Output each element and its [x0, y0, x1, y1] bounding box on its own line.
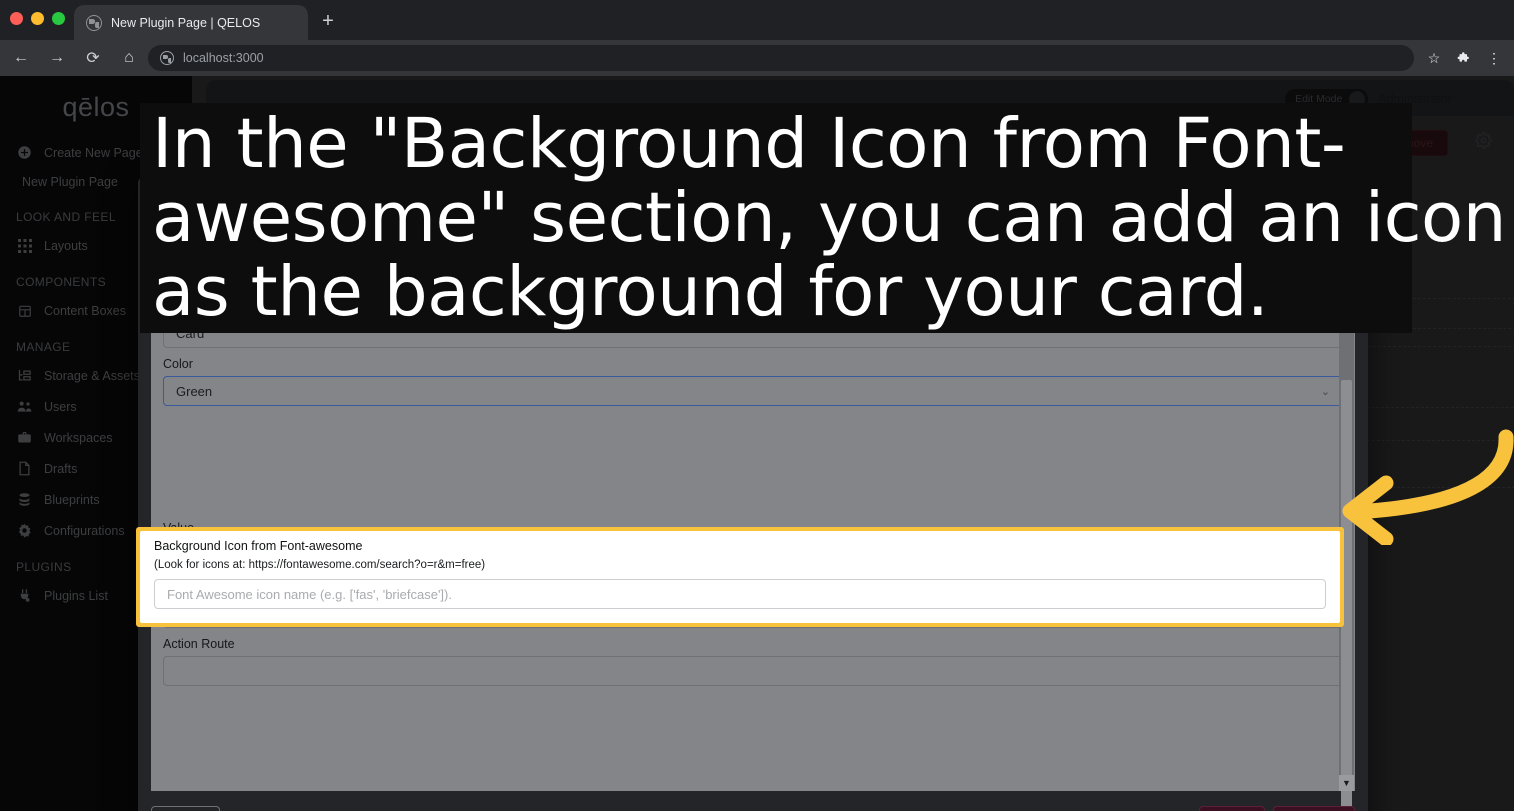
scroll-down-arrow-icon[interactable]: ▼ — [1339, 775, 1354, 791]
confirm-button[interactable]: Confirm — [1273, 806, 1355, 811]
minimize-window-button[interactable] — [31, 12, 44, 25]
home-button[interactable]: ⌂ — [114, 43, 144, 73]
window-traffic-lights — [10, 12, 65, 25]
field-color: Color Green ⌄ — [151, 348, 1355, 406]
browser-menu-icon[interactable]: ⋮ — [1480, 45, 1508, 71]
action-route-input[interactable] — [163, 656, 1343, 686]
forward-button[interactable]: → — [42, 43, 72, 73]
maximize-window-button[interactable] — [52, 12, 65, 25]
globe-icon — [86, 15, 102, 31]
color-select[interactable]: Green ⌄ — [163, 376, 1343, 406]
bookmark-star-icon[interactable]: ☆ — [1420, 45, 1448, 71]
close-window-button[interactable] — [10, 12, 23, 25]
back-button[interactable]: Back — [1199, 806, 1265, 811]
cancel-button[interactable]: Cancel — [151, 806, 220, 811]
address-bar[interactable]: localhost:3000 — [148, 45, 1414, 71]
color-select-value: Green — [176, 384, 212, 399]
field-label: Action Route — [163, 628, 1343, 656]
browser-tab-strip: New Plugin Page | QELOS + — [0, 0, 1514, 40]
field-action-route: Action Route — [151, 628, 1355, 686]
site-globe-icon — [160, 51, 174, 65]
browser-tab[interactable]: New Plugin Page | QELOS — [74, 5, 308, 40]
background-icon-field-label: Background Icon from Font-awesome — [154, 539, 1326, 553]
address-bar-url: localhost:3000 — [183, 51, 264, 65]
annotation-arrow-icon — [1340, 415, 1514, 545]
back-button[interactable]: ← — [6, 43, 36, 73]
modal-footer: Cancel Back Confirm — [151, 801, 1355, 811]
toolbar-right-icons: ☆ ⋮ — [1420, 45, 1508, 71]
chevron-down-icon: ⌄ — [1321, 385, 1330, 398]
browser-tab-title: New Plugin Page | QELOS — [111, 16, 260, 30]
footer-right-buttons: Back Confirm — [1199, 806, 1355, 811]
highlighted-field-box: Background Icon from Font-awesome (Look … — [136, 527, 1344, 627]
extensions-puzzle-icon[interactable] — [1450, 45, 1478, 71]
new-tab-button[interactable]: + — [316, 10, 340, 34]
background-icon-field-hint: (Look for icons at: https://fontawesome.… — [154, 553, 1326, 571]
background-icon-input[interactable]: Font Awesome icon name (e.g. ['fas', 'br… — [154, 579, 1326, 609]
field-label: Color — [163, 348, 1343, 376]
browser-toolbar: ← → ⟳ ⌂ localhost:3000 ☆ ⋮ — [0, 40, 1514, 76]
reload-button[interactable]: ⟳ — [78, 43, 108, 73]
background-icon-field: Background Icon from Font-awesome (Look … — [140, 531, 1340, 623]
screenshot-root: New Plugin Page | QELOS + ← → ⟳ ⌂ localh… — [0, 0, 1514, 811]
annotation-text: In the "Background Icon from Font-awesom… — [152, 103, 1512, 333]
